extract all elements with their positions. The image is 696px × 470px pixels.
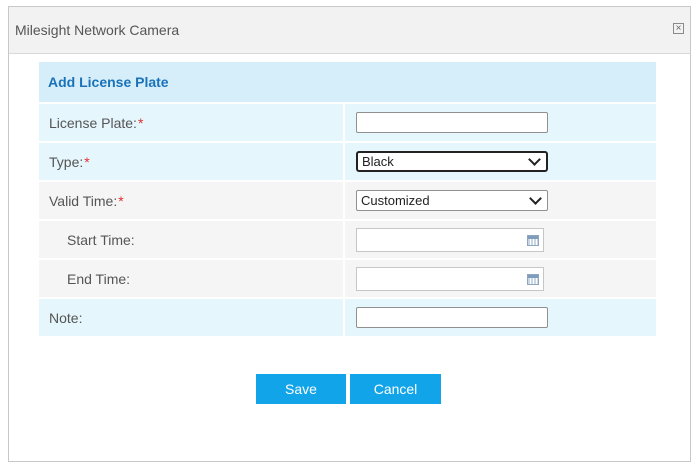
dialog-titlebar: Milesight Network Camera × — [9, 7, 690, 54]
save-button[interactable]: Save — [256, 374, 346, 404]
start-time-row: Start Time: — [39, 221, 656, 260]
button-bar: Save Cancel — [256, 374, 441, 404]
valid-time-select-value: Customized — [361, 193, 430, 208]
cancel-button[interactable]: Cancel — [350, 374, 441, 404]
note-input[interactable] — [356, 307, 548, 328]
valid-time-select[interactable]: Customized — [356, 190, 548, 211]
type-row: Type: * Black — [39, 143, 656, 182]
chevron-down-icon — [529, 192, 542, 205]
license-plate-label: License Plate: * — [39, 104, 345, 141]
calendar-icon[interactable] — [527, 234, 539, 246]
type-label-text: Type: — [49, 153, 84, 170]
license-plate-row: License Plate: * — [39, 104, 656, 143]
chevron-down-icon — [528, 153, 541, 166]
panel-title: Add License Plate — [48, 74, 169, 90]
valid-time-label-text: Valid Time: — [49, 192, 118, 209]
license-plate-label-text: License Plate: — [49, 114, 137, 131]
required-mark: * — [137, 114, 144, 131]
panel-header: Add License Plate — [39, 62, 656, 104]
note-row: Note: — [39, 299, 656, 338]
end-time-label: End Time: — [39, 260, 345, 297]
license-plate-control — [345, 104, 656, 141]
valid-time-row: Valid Time: * Customized — [39, 182, 656, 221]
note-control — [345, 299, 656, 336]
close-icon[interactable]: × — [673, 23, 684, 34]
add-license-plate-panel: Add License Plate License Plate: * Type: *… — [39, 62, 656, 338]
type-select-value: Black — [362, 154, 394, 169]
valid-time-label: Valid Time: * — [39, 182, 345, 219]
start-time-input[interactable] — [356, 227, 544, 252]
required-mark: * — [84, 153, 90, 170]
type-control: Black — [345, 143, 656, 180]
end-time-input[interactable] — [356, 266, 544, 291]
start-time-control — [345, 221, 656, 258]
type-label: Type: * — [39, 143, 345, 180]
note-label: Note: — [39, 299, 345, 336]
start-time-label: Start Time: — [39, 221, 345, 258]
calendar-icon[interactable] — [527, 273, 539, 285]
end-time-row: End Time: — [39, 260, 656, 299]
license-plate-input[interactable] — [356, 112, 548, 133]
valid-time-control: Customized — [345, 182, 656, 219]
end-time-control — [345, 260, 656, 297]
required-mark: * — [118, 192, 124, 209]
dialog-title: Milesight Network Camera — [15, 22, 180, 38]
type-select[interactable]: Black — [356, 151, 548, 172]
